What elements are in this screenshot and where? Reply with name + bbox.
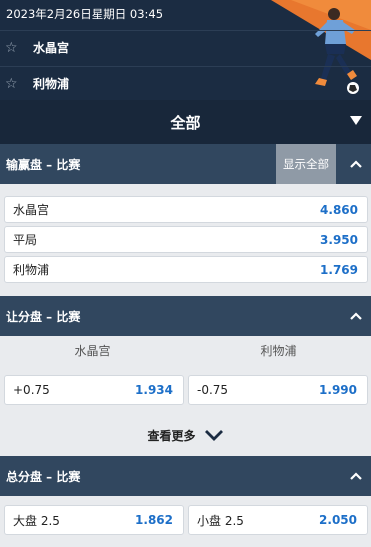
chevron-up-icon[interactable]	[350, 159, 362, 169]
odds-value: 1.990	[319, 383, 357, 397]
handicap-line: +0.75	[13, 383, 50, 397]
view-more-label: 查看更多	[147, 428, 196, 443]
section-header-totals[interactable]: 总分盘 – 比赛	[0, 456, 371, 496]
match-datetime: 2023年2月26日星期日 03:45	[6, 7, 164, 21]
selection-label: 平局	[13, 233, 38, 247]
chevron-up-icon[interactable]	[350, 311, 362, 321]
handicap-odds-away[interactable]: -0.75 1.990	[188, 375, 368, 405]
team-row-home[interactable]: ☆ 水晶宫	[0, 30, 371, 64]
show-all-button[interactable]: 显示全部	[276, 144, 336, 184]
totals-odds-under[interactable]: 小盘 2.5 2.050	[188, 505, 368, 535]
view-more-link[interactable]: 查看更多	[0, 420, 371, 450]
selection-label: 利物浦	[13, 263, 50, 277]
chevron-up-icon[interactable]	[350, 471, 362, 481]
star-outline-icon[interactable]: ☆	[5, 41, 21, 55]
section-title: 让分盘 – 比赛	[6, 309, 81, 324]
handicap-odds-home[interactable]: +0.75 1.934	[4, 375, 184, 405]
column-header-home: 水晶宫	[74, 343, 111, 358]
odds-value: 1.769	[320, 262, 358, 277]
totals-odds-over[interactable]: 大盘 2.5 1.862	[4, 505, 184, 535]
selection-label: 水晶宫	[13, 203, 50, 217]
totals-line: 小盘 2.5	[197, 513, 244, 528]
team-name-home: 水晶宫	[33, 41, 70, 55]
odds-value: 1.862	[135, 513, 173, 527]
section-title: 总分盘 – 比赛	[6, 469, 81, 484]
handicap-line: -0.75	[197, 383, 229, 397]
match-header: 2023年2月26日星期日 03:45 ☆ 水晶宫 ☆ 利物浦	[0, 0, 371, 100]
star-outline-icon[interactable]: ☆	[5, 77, 21, 91]
totals-line: 大盘 2.5	[13, 513, 60, 528]
section-header-moneyline[interactable]: 输赢盘 – 比赛 显示全部	[0, 144, 371, 184]
column-header-away: 利物浦	[260, 343, 297, 358]
odds-value: 4.860	[320, 202, 358, 217]
odds-button-away[interactable]: 利物浦 1.769	[4, 256, 368, 283]
odds-button-draw[interactable]: 平局 3.950	[4, 226, 368, 253]
section-header-handicap[interactable]: 让分盘 – 比赛	[0, 296, 371, 336]
team-name-away: 利物浦	[33, 77, 70, 91]
section-title: 输赢盘 – 比赛	[6, 157, 81, 172]
market-filter-label: 全部	[170, 113, 201, 132]
caret-down-icon[interactable]	[350, 116, 362, 125]
chevron-down-icon	[204, 430, 223, 441]
team-row-away[interactable]: ☆ 利物浦	[0, 66, 371, 100]
odds-value: 3.950	[320, 232, 358, 247]
odds-value: 1.934	[135, 383, 173, 397]
odds-value: 2.050	[319, 513, 357, 527]
odds-button-home[interactable]: 水晶宫 4.860	[4, 196, 368, 223]
market-filter-dropdown[interactable]: 全部	[0, 100, 371, 144]
